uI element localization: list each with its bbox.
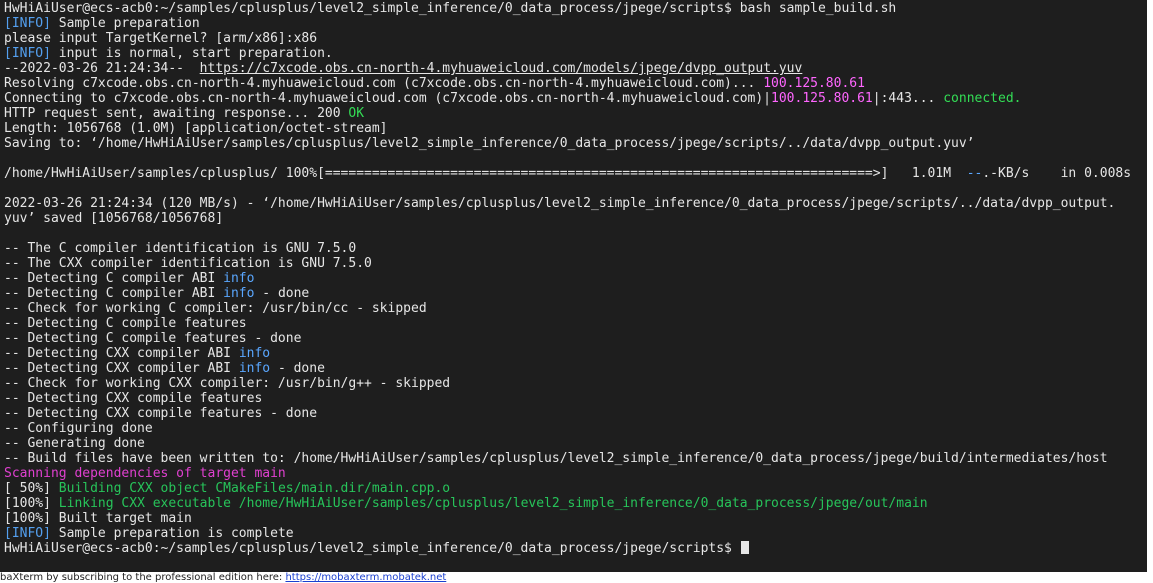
terminal-line: [100%] Linking CXX executable /home/HwHi… bbox=[4, 496, 1147, 511]
terminal-line: -- Check for working C compiler: /usr/bi… bbox=[4, 301, 1147, 316]
terminal-output[interactable]: HwHiAiUser@ecs-acb0:~/samples/cplusplus/… bbox=[4, 1, 1147, 556]
terminal-text: -- Check for working CXX compiler: /usr/… bbox=[4, 376, 451, 391]
terminal-text: 100.125.80.61 bbox=[771, 91, 873, 106]
terminal-text: input is normal, start preparation. bbox=[50, 46, 333, 61]
terminal-text: Length: 1056768 (1.0M) [application/octe… bbox=[4, 121, 388, 136]
terminal-link[interactable]: https://c7xcode.obs.cn-north-4.myhuaweic… bbox=[200, 61, 803, 76]
terminal-text: --2022-03-26 21:24:34-- bbox=[4, 61, 200, 76]
terminal-text: [INFO] bbox=[4, 16, 51, 31]
terminal-line: -- The C compiler identification is GNU … bbox=[4, 241, 1147, 256]
terminal-text: -- Detecting CXX compile features - done bbox=[4, 406, 318, 421]
terminal-text: info bbox=[223, 271, 255, 286]
terminal-text: - done bbox=[270, 361, 325, 376]
terminal-line: -- Detecting C compiler ABI info bbox=[4, 271, 1147, 286]
terminal-text: -- Detecting CXX compiler ABI bbox=[4, 346, 239, 361]
terminal-line: HwHiAiUser@ecs-acb0:~/samples/cplusplus/… bbox=[4, 1, 1147, 16]
terminal-text: Connecting to c7xcode.obs.cn-north-4.myh… bbox=[4, 91, 772, 106]
terminal-text: -- Generating done bbox=[4, 436, 145, 451]
terminal-text: info bbox=[238, 361, 271, 376]
terminal-text: |:443... bbox=[872, 91, 944, 106]
terminal-text: -- Detecting C compile features bbox=[4, 316, 247, 331]
terminal-text: [100%] bbox=[4, 496, 59, 511]
terminal-text: Resolving c7xcode.obs.cn-north-4.myhuawe… bbox=[4, 76, 764, 91]
terminal-text: Building CXX object CMakeFiles/main.dir/… bbox=[58, 481, 451, 496]
terminal-text: -- bbox=[966, 166, 983, 181]
terminal-text: [ 50%] bbox=[4, 481, 59, 496]
terminal-line: -- The CXX compiler identification is GN… bbox=[4, 256, 1147, 271]
footer-text: baXterm by subscribing to the profession… bbox=[0, 572, 286, 583]
terminal-text: 100.125.80.61 bbox=[763, 76, 865, 91]
terminal-line: 2022-03-26 21:24:34 (120 MB/s) - ‘/home/… bbox=[4, 196, 1147, 211]
terminal-line: [100%] Built target main bbox=[4, 511, 1147, 526]
terminal-line: -- Detecting CXX compiler ABI info - don… bbox=[4, 361, 1147, 376]
terminal-text: -- The CXX compiler identification is GN… bbox=[4, 256, 372, 271]
terminal-line: --2022-03-26 21:24:34-- https://c7xcode.… bbox=[4, 61, 1147, 76]
terminal-text: -- Build files have been written to: /ho… bbox=[4, 451, 1108, 466]
footer-bar: baXterm by subscribing to the profession… bbox=[0, 572, 1153, 583]
terminal-line: /home/HwHiAiUser/samples/cplusplus/ 100%… bbox=[4, 166, 1147, 181]
terminal-text: [INFO] bbox=[4, 526, 51, 541]
terminal-line: HwHiAiUser@ecs-acb0:~/samples/cplusplus/… bbox=[4, 541, 1147, 556]
terminal-text: -- Detecting C compiler ABI bbox=[4, 271, 224, 286]
terminal-line: [INFO] Sample preparation bbox=[4, 16, 1147, 31]
terminal-text: -- Detecting CXX compiler ABI bbox=[4, 361, 239, 376]
terminal-line: -- Detecting C compile features - done bbox=[4, 331, 1147, 346]
terminal-text: yuv’ saved [1056768/1056768] bbox=[4, 211, 224, 226]
terminal-text: - done bbox=[254, 286, 310, 301]
terminal-text: -- Detecting C compile features - done bbox=[4, 331, 302, 346]
terminal-text: -- Detecting CXX compile features bbox=[4, 391, 263, 406]
terminal-text: -- Configuring done bbox=[4, 421, 153, 436]
terminal-text: -- Check for working C compiler: /usr/bi… bbox=[4, 301, 427, 316]
terminal-text: Sample preparation is complete bbox=[50, 526, 294, 541]
terminal-text: [INFO] bbox=[4, 46, 51, 61]
terminal-cursor bbox=[740, 541, 749, 554]
terminal-text: OK bbox=[348, 106, 365, 121]
terminal-text: Saving to: ‘/home/HwHiAiUser/samples/cpl… bbox=[4, 136, 975, 151]
terminal-line: Resolving c7xcode.obs.cn-north-4.myhuawe… bbox=[4, 76, 1147, 91]
terminal-line: -- Check for working CXX compiler: /usr/… bbox=[4, 376, 1147, 391]
terminal-line: -- Build files have been written to: /ho… bbox=[4, 451, 1147, 466]
terminal-line: -- Detecting CXX compile features bbox=[4, 391, 1147, 406]
terminal-line: HTTP request sent, awaiting response... … bbox=[4, 106, 1147, 121]
terminal-line: -- Generating done bbox=[4, 436, 1147, 451]
terminal-line: Scanning dependencies of target main bbox=[4, 466, 1147, 481]
footer-link[interactable]: https://mobaxterm.mobatek.net bbox=[285, 572, 446, 583]
terminal-text: HwHiAiUser@ecs-acb0:~/samples/cplusplus/… bbox=[4, 541, 740, 556]
terminal-line: Length: 1056768 (1.0M) [application/octe… bbox=[4, 121, 1147, 136]
terminal-text: [100%] Built target main bbox=[4, 511, 192, 526]
terminal-line: -- Detecting C compiler ABI info - done bbox=[4, 286, 1147, 301]
terminal-line: -- Detecting C compile features bbox=[4, 316, 1147, 331]
terminal-line: -- Configuring done bbox=[4, 421, 1147, 436]
terminal-text: HTTP request sent, awaiting response... … bbox=[4, 106, 349, 121]
terminal-line: please input TargetKernel? [arm/x86]:x86 bbox=[4, 31, 1147, 46]
terminal-text: connected. bbox=[943, 91, 1022, 106]
terminal-line: [INFO] Sample preparation is complete bbox=[4, 526, 1147, 541]
terminal-text: please input TargetKernel? [arm/x86]:x86 bbox=[4, 31, 318, 46]
terminal-line: [ 50%] Building CXX object CMakeFiles/ma… bbox=[4, 481, 1147, 496]
terminal-line: [INFO] input is normal, start preparatio… bbox=[4, 46, 1147, 61]
terminal-text: info bbox=[223, 286, 255, 301]
terminal-window[interactable]: HwHiAiUser@ecs-acb0:~/samples/cplusplus/… bbox=[0, 0, 1153, 572]
terminal-text: -- The C compiler identification is GNU … bbox=[4, 241, 357, 256]
terminal-text: Sample preparation bbox=[50, 16, 200, 31]
terminal-text: Scanning dependencies of target main bbox=[4, 466, 286, 481]
terminal-line: yuv’ saved [1056768/1056768] bbox=[4, 211, 1147, 226]
terminal-text: HwHiAiUser@ecs-acb0:~/samples/cplusplus/… bbox=[4, 1, 897, 16]
terminal-text: .-KB/s in 0.008s bbox=[982, 166, 1132, 181]
terminal-line: -- Detecting CXX compiler ABI info bbox=[4, 346, 1147, 361]
terminal-text: info bbox=[238, 346, 271, 361]
terminal-text: Linking CXX executable /home/HwHiAiUser/… bbox=[58, 496, 928, 511]
terminal-text: /home/HwHiAiUser/samples/cplusplus/ 100%… bbox=[4, 166, 967, 181]
terminal-line: Saving to: ‘/home/HwHiAiUser/samples/cpl… bbox=[4, 136, 1147, 151]
terminal-line: Connecting to c7xcode.obs.cn-north-4.myh… bbox=[4, 91, 1147, 106]
terminal-text: -- Detecting C compiler ABI bbox=[4, 286, 224, 301]
terminal-text: 2022-03-26 21:24:34 (120 MB/s) - ‘/home/… bbox=[4, 196, 1116, 211]
terminal-line: -- Detecting CXX compile features - done bbox=[4, 406, 1147, 421]
